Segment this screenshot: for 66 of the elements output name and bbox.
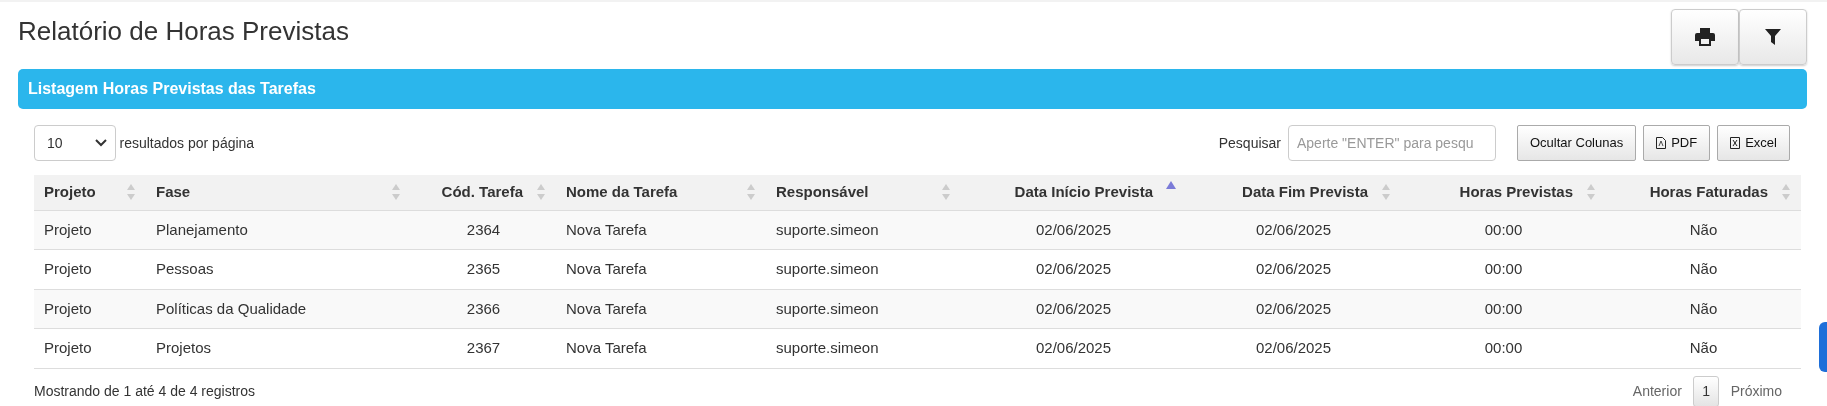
page-title: Relatório de Horas Previstas — [18, 16, 349, 48]
table-cell: 02/06/2025 — [1186, 289, 1401, 329]
table-cell: 2364 — [411, 210, 556, 250]
column-header[interactable]: Horas Faturadas — [1606, 175, 1801, 210]
page-link[interactable]: 1 — [1693, 375, 1720, 406]
table-cell: 02/06/2025 — [961, 210, 1186, 250]
table-cell: 02/06/2025 — [961, 249, 1186, 289]
table-cell: Nova Tarefa — [556, 328, 766, 368]
side-tab[interactable] — [1819, 322, 1827, 372]
column-header[interactable]: Cód. Tarefa — [411, 175, 556, 210]
spreadsheet-icon — [1730, 137, 1741, 149]
page-size-label: resultados por página — [119, 133, 255, 153]
table-cell: 02/06/2025 — [1186, 328, 1401, 368]
table-cell: 02/06/2025 — [961, 328, 1186, 368]
records-info: Mostrando de 1 até 4 de 4 registros — [34, 381, 256, 401]
table-cell: Nova Tarefa — [556, 249, 766, 289]
export-button[interactable]: Excel — [1717, 125, 1790, 161]
table-cell: suporte.simeon — [766, 249, 961, 289]
table-cell: suporte.simeon — [766, 328, 961, 368]
table-cell: 00:00 — [1401, 210, 1606, 250]
column-header[interactable]: Horas Previstas — [1401, 175, 1606, 210]
table-cell: Pessoas — [146, 249, 411, 289]
page-link[interactable]: Próximo — [1722, 376, 1790, 406]
table-cell: 2367 — [411, 328, 556, 368]
table-cell: Planejamento — [146, 210, 411, 250]
print-button[interactable] — [1671, 9, 1739, 65]
page-link[interactable]: Anterior — [1624, 376, 1690, 406]
caret-icon — [95, 139, 107, 147]
search-label: Pesquisar — [1218, 133, 1281, 153]
columns-button[interactable]: Ocultar Colunas — [1517, 125, 1637, 161]
table-cell: Nova Tarefa — [556, 210, 766, 250]
document-icon — [1656, 137, 1667, 149]
table-cell: Projeto — [34, 289, 146, 329]
table-cell: Projeto — [34, 328, 146, 368]
filter-button[interactable] — [1739, 9, 1807, 65]
column-header[interactable]: Data Fim Prevista — [1186, 175, 1401, 210]
table-cell: 00:00 — [1401, 289, 1606, 329]
table-cell: Projetos — [146, 328, 411, 368]
table-cell: Projeto — [34, 249, 146, 289]
table-cell: Não — [1606, 249, 1801, 289]
table-cell: suporte.simeon — [766, 289, 961, 329]
table-cell: 2366 — [411, 289, 556, 329]
table-cell: 00:00 — [1401, 249, 1606, 289]
table-cell: Nova Tarefa — [556, 289, 766, 329]
column-header[interactable]: Nome da Tarefa — [556, 175, 766, 210]
panel-header: Listagem Horas Previstas das Tarefas — [18, 69, 1807, 109]
filter-icon — [1765, 29, 1781, 45]
export-button[interactable]: PDF — [1643, 125, 1711, 161]
table-cell: Não — [1606, 210, 1801, 250]
table-cell: 00:00 — [1401, 328, 1606, 368]
table-cell: Não — [1606, 289, 1801, 329]
table-cell: 02/06/2025 — [1186, 210, 1401, 250]
search-field[interactable]: Aperte "ENTER" para pesqu — [1288, 125, 1496, 161]
column-header[interactable]: Fase — [146, 175, 411, 210]
table-cell: 02/06/2025 — [1186, 249, 1401, 289]
column-header[interactable]: Data Início Prevista — [961, 175, 1186, 210]
table-cell: Não — [1606, 328, 1801, 368]
table-cell: 2365 — [411, 249, 556, 289]
column-header[interactable]: Projeto — [34, 175, 146, 210]
table-cell: Políticas da Qualidade — [146, 289, 411, 329]
table-cell: 02/06/2025 — [961, 289, 1186, 329]
table-cell: suporte.simeon — [766, 210, 961, 250]
column-header[interactable]: Responsável — [766, 175, 961, 210]
page-size-select[interactable]: 10 — [34, 125, 116, 161]
print-icon — [1695, 28, 1715, 46]
table-cell: Projeto — [34, 210, 146, 250]
